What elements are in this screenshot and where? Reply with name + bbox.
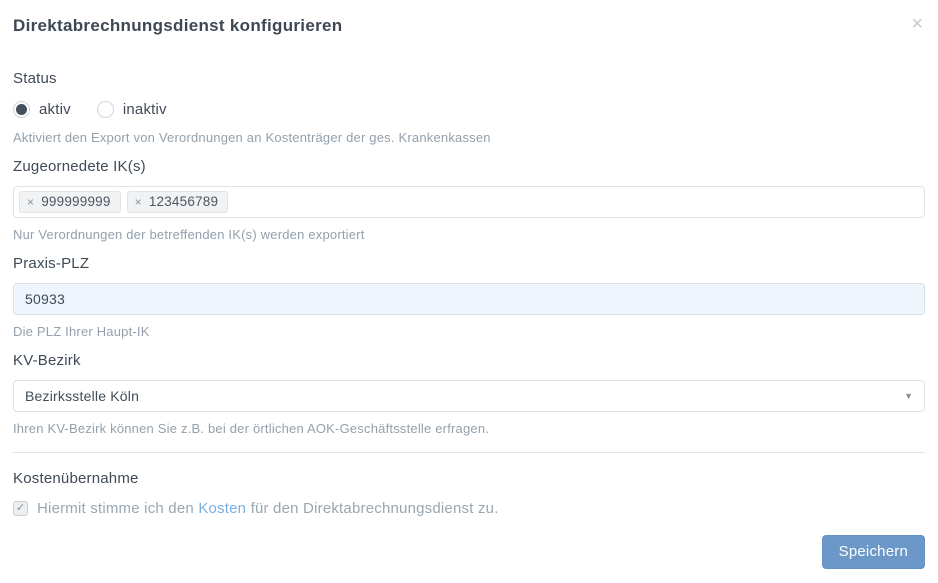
- radio-option-inaktiv[interactable]: inaktiv: [96, 100, 167, 118]
- radio-label-aktiv: aktiv: [39, 100, 71, 118]
- consent-text-after: für den Direktabrechnungsdienst zu.: [246, 500, 499, 517]
- consent-section: Kostenübernahme ✓ Hiermit stimme ich den…: [13, 470, 925, 517]
- iks-section: Zugeornedete IK(s) × 999999999 × 1234567…: [13, 158, 925, 242]
- plz-section: Praxis-PLZ Die PLZ Ihrer Haupt-IK: [13, 255, 925, 339]
- save-button[interactable]: Speichern: [821, 535, 925, 569]
- radio-option-aktiv[interactable]: aktiv: [13, 100, 71, 118]
- ik-tag: × 123456789: [126, 191, 229, 213]
- configure-direct-billing-dialog: Direktabrechnungsdienst konfigurieren × …: [0, 0, 938, 583]
- iks-label: Zugeornedete IK(s): [13, 158, 146, 175]
- consent-text-before: Hiermit stimme ich den: [37, 500, 199, 517]
- consent-row: ✓ Hiermit stimme ich den Kosten für den …: [13, 500, 925, 517]
- page-title: Direktabrechnungsdienst konfigurieren: [13, 16, 343, 35]
- radio-selected-icon[interactable]: [13, 100, 30, 118]
- status-radio-group: aktiv inaktiv: [13, 100, 925, 118]
- checkbox-checked-icon[interactable]: ✓: [13, 501, 28, 516]
- kosten-link[interactable]: Kosten: [198, 500, 246, 517]
- kv-section: KV-Bezirk Bezirksstelle Köln ▼ Ihren KV-…: [13, 352, 925, 436]
- status-help-text: Aktiviert den Export von Verordnungen an…: [13, 130, 491, 145]
- iks-tag-input[interactable]: × 999999999 × 123456789: [13, 186, 925, 218]
- kv-selected-value: Bezirksstelle Köln: [25, 388, 140, 404]
- plz-help-text: Die PLZ Ihrer Haupt-IK: [13, 324, 150, 339]
- kv-label: KV-Bezirk: [13, 352, 81, 369]
- ik-tag: × 999999999: [19, 191, 121, 213]
- dialog-footer: Speichern: [821, 535, 925, 569]
- plz-label: Praxis-PLZ: [13, 255, 90, 272]
- kv-help-text: Ihren KV-Bezirk können Sie z.B. bei der …: [13, 421, 490, 436]
- status-label: Status: [13, 70, 57, 87]
- consent-text: Hiermit stimme ich den Kosten für den Di…: [37, 500, 499, 517]
- section-divider: [13, 452, 925, 453]
- plz-input[interactable]: [13, 283, 925, 315]
- tag-remove-icon[interactable]: ×: [135, 196, 142, 208]
- kv-select[interactable]: Bezirksstelle Köln: [13, 380, 925, 412]
- close-icon[interactable]: ×: [909, 14, 925, 34]
- consent-label: Kostenübernahme: [13, 470, 139, 487]
- radio-label-inaktiv: inaktiv: [122, 100, 167, 118]
- radio-unselected-icon[interactable]: [96, 100, 114, 118]
- tag-remove-icon[interactable]: ×: [27, 196, 34, 208]
- dialog-header: Direktabrechnungsdienst konfigurieren ×: [13, 14, 925, 37]
- iks-help-text: Nur Verordnungen der betreffenden IK(s) …: [13, 227, 365, 242]
- tag-value: 999999999: [41, 194, 111, 209]
- status-section: Status aktiv inaktiv Aktiviert den Expor…: [13, 70, 925, 145]
- check-icon: ✓: [15, 502, 26, 514]
- tag-value: 123456789: [148, 194, 219, 209]
- kv-select-wrap: Bezirksstelle Köln ▼: [13, 380, 925, 412]
